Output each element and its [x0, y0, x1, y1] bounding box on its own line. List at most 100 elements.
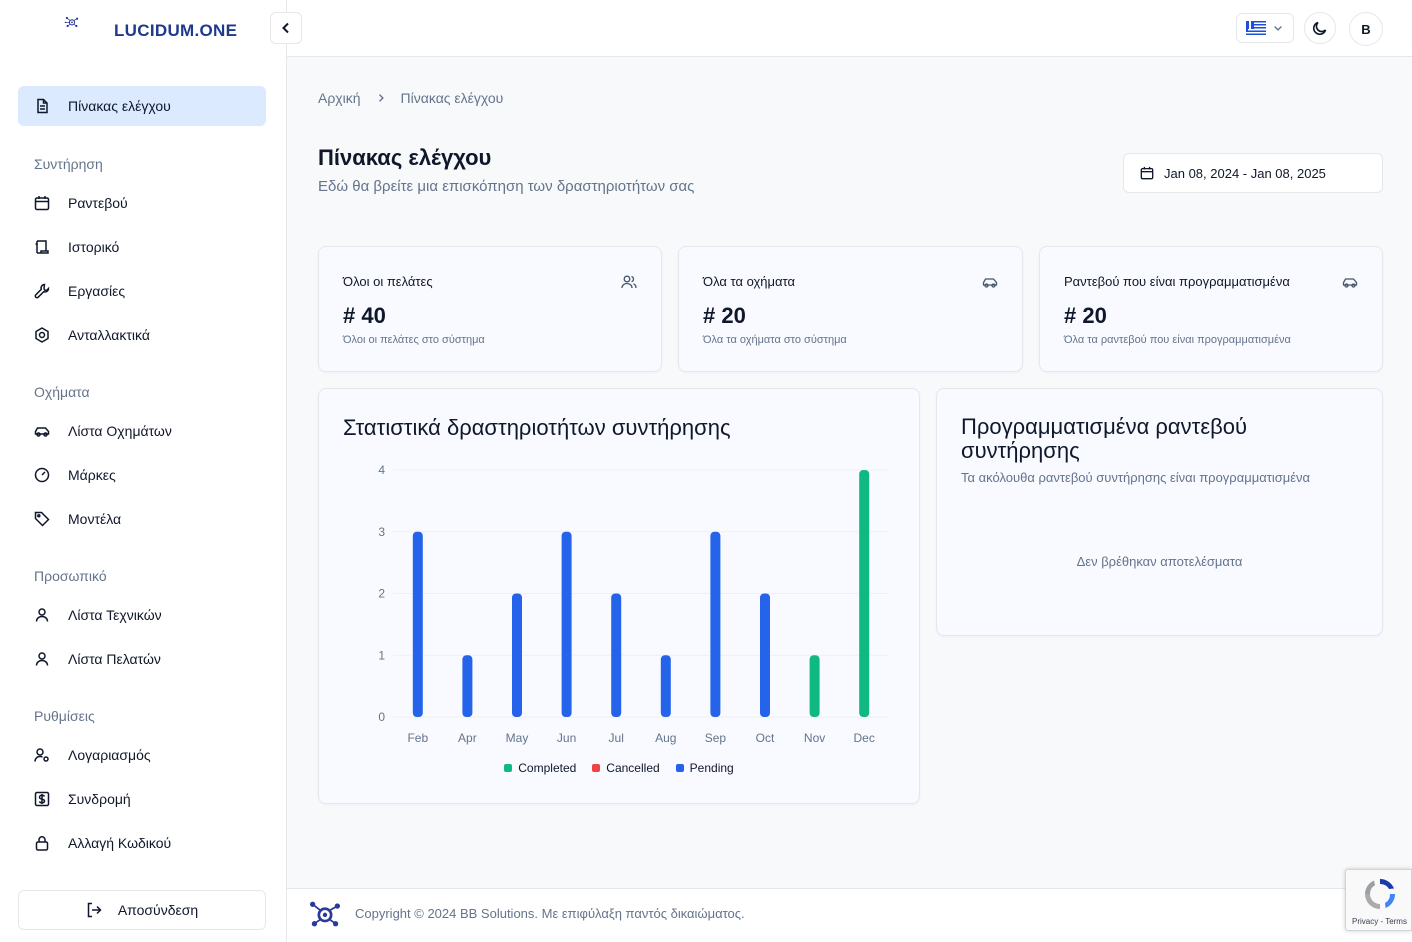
y-tick-label: 1	[378, 648, 385, 662]
scheduled-subtitle: Τα ακόλουθα ραντεβού συντήρησης είναι πρ…	[961, 470, 1311, 485]
maintenance-bar-chart: 0 1 2 3 4 Feb Apr May Jun Jul Aug Sep Oct Nov Dec	[378, 463, 889, 745]
section-title-settings: Ρυθμίσεις	[34, 708, 95, 724]
sidebar-item-label: Αλλαγή Κωδικού	[68, 835, 172, 851]
sidebar-item-label: Συνδρομή	[68, 791, 131, 807]
section-title-staff: Προσωπικό	[34, 568, 107, 584]
scheduled-appointments-card: Προγραμματισμένα ραντεβού συντήρησης Τα …	[936, 388, 1383, 636]
bar-pending-may	[512, 593, 522, 717]
stat-card-scheduled: Ραντεβού που είναι προγραμματισμένα # 20…	[1039, 246, 1383, 372]
gauge-icon	[34, 467, 50, 483]
calendar-icon	[34, 195, 50, 211]
language-selector[interactable]	[1236, 13, 1294, 43]
sidebar-item-label: Λογαριασμός	[68, 747, 151, 763]
greek-flag-icon	[1246, 21, 1266, 35]
legend-swatch	[675, 764, 684, 772]
bar-pending-jul	[611, 593, 622, 717]
section-title-vehicles: Οχήματα	[34, 384, 90, 400]
sidebar: LUCIDUM.ONE Πίνακας ελέγχου Συντήρηση Ρα…	[0, 0, 287, 942]
sidebar-item-history[interactable]: Ιστορικό	[34, 237, 119, 257]
sidebar-item-models[interactable]: Μοντέλα	[34, 509, 121, 529]
collapse-sidebar-button[interactable]	[270, 12, 302, 44]
x-tick-label: Sep	[705, 731, 727, 745]
x-tick-label: Nov	[804, 731, 825, 745]
recaptcha-badge[interactable]: Privacy - Terms	[1345, 869, 1412, 931]
sidebar-item-label: Λίστα Πελατών	[68, 651, 161, 667]
sidebar-item-vehicle-list[interactable]: Λίστα Οχημάτων	[34, 421, 172, 441]
sidebar-item-appointments[interactable]: Ραντεβού	[34, 193, 128, 213]
car-icon	[982, 274, 998, 290]
sidebar-item-label: Ανταλλακτικά	[68, 327, 150, 343]
sidebar-item-label: Εργασίες	[68, 283, 126, 299]
sidebar-item-label: Μοντέλα	[68, 511, 122, 527]
legend-label: Completed	[518, 761, 577, 775]
sidebar-item-subscription[interactable]: Συνδρομή	[34, 789, 131, 809]
hexagon-icon	[34, 327, 50, 343]
car-icon	[34, 423, 50, 439]
user-avatar[interactable]: B	[1349, 12, 1383, 46]
sidebar-item-label: Πίνακας ελέγχου	[68, 98, 171, 114]
sidebar-item-label: Λίστα Οχημάτων	[68, 423, 172, 439]
chevron-down-icon	[1272, 22, 1284, 34]
stat-title: Ραντεβού που είναι προγραμματισμένα	[1064, 274, 1290, 289]
legend-item-cancelled[interactable]: Cancelled	[592, 761, 660, 775]
y-tick-label: 2	[378, 587, 385, 601]
document-icon	[34, 98, 50, 114]
footer: Copyright © 2024 BB Solutions. Με επιφύλ…	[287, 888, 1412, 942]
breadcrumb: Αρχική Πίνακας ελέγχου	[318, 90, 503, 106]
x-tick-label: Jul	[609, 731, 624, 745]
sidebar-item-label: Ραντεβού	[68, 195, 128, 211]
sidebar-item-change-password[interactable]: Αλλαγή Κωδικού	[34, 833, 171, 853]
brand-name: LUCIDUM.ONE	[114, 21, 238, 40]
gear-network-logo-icon	[64, 14, 108, 48]
x-tick-label: Apr	[458, 731, 477, 745]
x-tick-label: Jun	[557, 731, 576, 745]
recaptcha-links[interactable]: Privacy - Terms	[1352, 917, 1407, 926]
stat-description: Όλοι οι πελάτες στο σύστημα	[343, 334, 485, 346]
stat-value: # 20	[1064, 303, 1107, 328]
stat-title: Όλοι οι πελάτες	[343, 274, 433, 289]
brand-logo[interactable]: LUCIDUM.ONE	[64, 14, 237, 48]
bar-pending-jun	[561, 531, 572, 717]
calendar-icon	[1140, 166, 1154, 180]
bar-completed-dec	[859, 470, 870, 717]
y-tick-label: 4	[378, 463, 385, 477]
theme-toggle-button[interactable]	[1304, 12, 1336, 44]
stat-card-customers: Όλοι οι πελάτες # 40 Όλοι οι πελάτες στο…	[318, 246, 662, 372]
legend-item-completed[interactable]: Completed	[504, 761, 576, 775]
logout-icon	[86, 902, 102, 918]
sidebar-item-account[interactable]: Λογαριασμός	[34, 745, 151, 765]
sidebar-item-brands[interactable]: Μάρκες	[34, 465, 116, 485]
legend-label: Cancelled	[606, 761, 660, 775]
logout-label: Αποσύνδεση	[117, 902, 199, 918]
car-icon	[1342, 274, 1358, 290]
stat-card-vehicles: Όλα τα οχήματα # 20 Όλα τα οχήματα στο σ…	[678, 246, 1023, 372]
footer-logo-icon	[305, 899, 345, 934]
bar-pending-sep	[710, 531, 721, 717]
empty-results-message: Δεν βρέθηκαν αποτελέσματα	[1076, 554, 1243, 569]
bar-pending-oct	[760, 593, 770, 717]
user-cog-icon	[34, 747, 50, 763]
date-range-value: Jan 08, 2024 - Jan 08, 2025	[1164, 165, 1326, 181]
logout-button[interactable]: Αποσύνδεση	[18, 890, 266, 930]
x-tick-label: Oct	[756, 731, 775, 745]
legend-label: Pending	[689, 761, 734, 775]
dollar-icon	[34, 791, 50, 807]
page-subtitle: Εδώ θα βρείτε μια επισκόπηση των δραστηρ…	[318, 178, 695, 195]
sidebar-item-dashboard[interactable]: Πίνακας ελέγχου	[18, 86, 266, 126]
x-tick-label: Aug	[655, 731, 676, 745]
bar-pending-aug	[660, 655, 671, 717]
stat-title: Όλα τα οχήματα	[703, 274, 795, 289]
x-tick-label: May	[506, 731, 529, 745]
sidebar-item-label: Λίστα Τεχνικών	[68, 607, 162, 623]
date-range-picker[interactable]: Jan 08, 2024 - Jan 08, 2025	[1123, 153, 1383, 193]
sidebar-item-parts[interactable]: Ανταλλακτικά	[34, 325, 150, 345]
users-icon	[621, 274, 637, 290]
x-tick-label: Feb	[407, 731, 428, 745]
legend-item-pending[interactable]: Pending	[675, 761, 734, 775]
sidebar-item-technicians[interactable]: Λίστα Τεχνικών	[34, 605, 162, 625]
chevron-right-icon	[375, 92, 387, 104]
sidebar-item-tasks[interactable]: Εργασίες	[34, 281, 125, 301]
stat-description: Όλα τα οχήματα στο σύστημα	[703, 334, 847, 346]
sidebar-item-customers[interactable]: Λίστα Πελατών	[34, 649, 161, 669]
breadcrumb-home[interactable]: Αρχική	[318, 90, 361, 106]
